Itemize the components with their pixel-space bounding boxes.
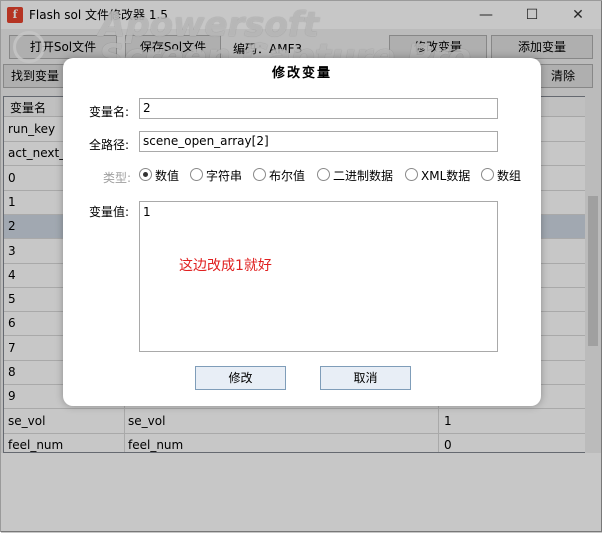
radio-label: 字符串 <box>206 169 243 183</box>
var-value-textarea[interactable]: 1 <box>139 201 498 352</box>
cancel-button[interactable]: 取消 <box>320 366 411 390</box>
var-value-label: 变量值: <box>89 205 130 219</box>
radio-label: 数组 <box>497 169 522 183</box>
radio-dot-icon <box>253 168 266 181</box>
modal-overlay: 修改变量 变量名: 2 全路径: scene_open_array[2] 类型:… <box>1 1 602 533</box>
radio-dot-icon <box>317 168 330 181</box>
radio-label: 数值 <box>155 169 180 183</box>
modify-variable-dialog: 修改变量 变量名: 2 全路径: scene_open_array[2] 类型:… <box>63 58 541 406</box>
confirm-modify-button[interactable]: 修改 <box>195 366 286 390</box>
radio-label: 二进制数据 <box>333 169 394 183</box>
radio-dot-icon <box>139 168 152 181</box>
dialog-title: 修改变量 <box>271 66 332 81</box>
var-name-input[interactable]: 2 <box>139 98 498 119</box>
radio-dot-icon <box>481 168 494 181</box>
full-path-input[interactable]: scene_open_array[2] <box>139 131 498 152</box>
red-annotation-text: 这边改成1就好 <box>179 258 272 274</box>
full-path-label: 全路径: <box>89 138 130 152</box>
radio-dot-icon <box>190 168 203 181</box>
radio-label: 布尔值 <box>269 169 306 183</box>
radio-label: XML数据 <box>421 169 471 183</box>
type-label: 类型: <box>103 171 132 185</box>
var-name-label: 变量名: <box>89 105 130 119</box>
radio-dot-icon <box>405 168 418 181</box>
app-window: f Flash sol 文件修改器 1.5 — ☐ ✕ 打开Sol文件 保存So… <box>0 0 602 533</box>
